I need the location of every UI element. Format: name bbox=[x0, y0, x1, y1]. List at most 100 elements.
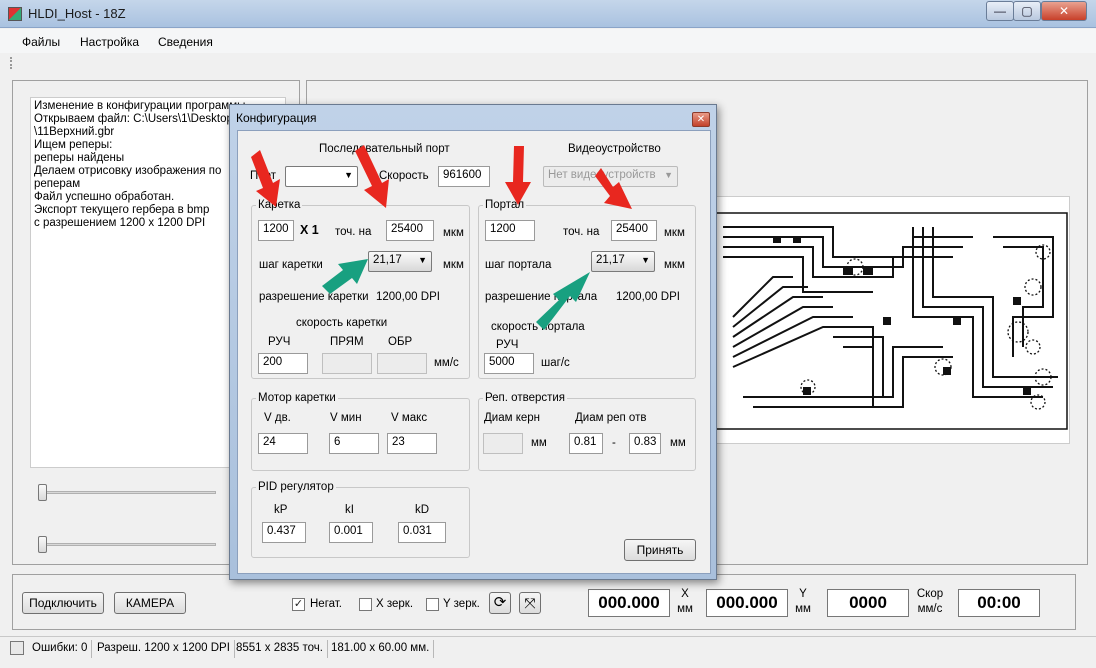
motor-vdv-label: V дв. bbox=[264, 412, 291, 424]
negative-checkbox[interactable]: ✓ bbox=[292, 598, 305, 611]
chevron-down-icon: ▼ bbox=[664, 170, 673, 180]
status-size: 181.00 x 60.00 мм. bbox=[327, 640, 435, 658]
pcb-traces-graphic bbox=[714, 212, 1068, 430]
carriage-resolution-label: разрешение каретки bbox=[259, 291, 369, 303]
video-device-header: Видеоустройство bbox=[568, 143, 661, 155]
pid-kd-input[interactable]: 0.031 bbox=[398, 522, 446, 543]
carriage-step-label: шаг каретки bbox=[259, 259, 323, 271]
carriage-distance-unit: мкм bbox=[443, 227, 464, 239]
status-bar: Ошибки: 0 Разреш. 1200 x 1200 DPI 8551 x… bbox=[0, 636, 1096, 660]
motor-vmin-label: V мин bbox=[330, 412, 362, 424]
holes-group-label: Реп. отверстия bbox=[483, 392, 568, 404]
window-title: HLDI_Host - 18Z bbox=[28, 6, 126, 21]
motor-vmin-input[interactable]: 6 bbox=[329, 433, 379, 454]
toolbar-grip[interactable] bbox=[10, 57, 13, 69]
x-mirror-label: X зерк. bbox=[376, 598, 414, 610]
carriage-manual-label: РУЧ bbox=[268, 336, 291, 348]
pid-kd-label: kD bbox=[415, 504, 430, 516]
carriage-manual-speed-input[interactable]: 200 bbox=[258, 353, 308, 374]
hole-diameter-from-input[interactable]: 0.81 bbox=[569, 433, 603, 454]
config-dialog: Конфигурация ✕ Последовательный порт Вид… bbox=[229, 104, 717, 580]
hole-diameter-unit: мм bbox=[670, 437, 686, 449]
slider-1-track[interactable] bbox=[38, 491, 216, 494]
x-label: X bbox=[681, 588, 689, 600]
y-mirror-checkbox[interactable] bbox=[426, 598, 439, 611]
core-diameter-input[interactable] bbox=[483, 433, 523, 454]
dialog-body: Последовательный порт Видеоустройство По… bbox=[237, 130, 711, 574]
carriage-speed-unit: мм/с bbox=[434, 357, 459, 369]
menu-info[interactable]: Сведения bbox=[158, 35, 213, 49]
menu-bar: Файлы Настройка Сведения bbox=[0, 29, 1096, 53]
pcb-preview-image bbox=[712, 196, 1070, 444]
portal-speed-header: скорость портала bbox=[491, 321, 585, 333]
baud-rate-input[interactable]: 961600 bbox=[438, 166, 490, 187]
x-mirror-checkbox[interactable] bbox=[359, 598, 372, 611]
slider-2-track[interactable] bbox=[38, 543, 216, 546]
status-resolution: Разреш. 1200 x 1200 DPI bbox=[93, 640, 235, 658]
close-button[interactable]: ✕ bbox=[1041, 1, 1087, 21]
fit-to-window-icon[interactable]: ⤧ bbox=[519, 592, 541, 614]
carriage-dots-input[interactable]: 1200 bbox=[258, 220, 294, 241]
carriage-back-label: ОБР bbox=[388, 336, 413, 348]
carriage-multiplier: X 1 bbox=[300, 223, 319, 237]
portal-step-select[interactable]: 21,17 ▼ bbox=[591, 251, 655, 272]
menu-settings[interactable]: Настройка bbox=[80, 35, 139, 49]
portal-dots-input[interactable]: 1200 bbox=[485, 220, 535, 241]
status-points: 8551 x 2835 точ. bbox=[232, 640, 328, 658]
portal-step-label: шаг портала bbox=[485, 259, 552, 271]
chevron-down-icon: ▼ bbox=[418, 255, 427, 265]
y-label: Y bbox=[799, 588, 807, 600]
minimize-button[interactable]: — bbox=[986, 1, 1014, 21]
carriage-speed-header: скорость каретки bbox=[296, 317, 388, 329]
dialog-close-button[interactable]: ✕ bbox=[692, 112, 710, 127]
pid-kp-label: kP bbox=[274, 504, 288, 516]
carriage-forward-label: ПРЯМ bbox=[330, 336, 364, 348]
chevron-down-icon: ▼ bbox=[641, 255, 650, 265]
motor-vmax-label: V макс bbox=[391, 412, 428, 424]
carriage-step-value: 21,17 bbox=[373, 254, 402, 266]
accept-button[interactable]: Принять bbox=[624, 539, 696, 561]
maximize-button[interactable]: ▢ bbox=[1013, 1, 1041, 21]
serial-port-header: Последовательный порт bbox=[319, 143, 450, 155]
video-device-value: Нет видеоустройств bbox=[548, 169, 656, 181]
time-display: 00:00 bbox=[958, 589, 1040, 617]
core-diameter-unit: мм bbox=[531, 437, 547, 449]
status-errors: Ошибки: 0 bbox=[28, 640, 93, 658]
slider-2-thumb[interactable] bbox=[38, 536, 47, 553]
portal-resolution-value: 1200,00 DPI bbox=[616, 291, 680, 303]
portal-distance-unit: мкм bbox=[664, 227, 685, 239]
pid-ki-input[interactable]: 0.001 bbox=[329, 522, 373, 543]
carriage-forward-speed-input[interactable] bbox=[322, 353, 372, 374]
carriage-step-unit: мкм bbox=[443, 259, 464, 271]
title-bar: HLDI_Host - 18Z — ▢ ✕ bbox=[0, 0, 1096, 28]
video-device-select[interactable]: Нет видеоустройств ▼ bbox=[543, 166, 678, 187]
refresh-icon[interactable]: ⟳ bbox=[489, 592, 511, 614]
pid-kp-input[interactable]: 0.437 bbox=[262, 522, 306, 543]
core-diameter-label: Диам керн bbox=[484, 412, 541, 424]
carriage-back-speed-input[interactable] bbox=[377, 353, 427, 374]
speed-label: Скорость bbox=[379, 170, 429, 182]
port-select[interactable]: ▼ bbox=[285, 166, 358, 187]
motor-vmax-input[interactable]: 23 bbox=[387, 433, 437, 454]
error-indicator bbox=[10, 641, 24, 655]
hole-diameter-dash: - bbox=[612, 437, 616, 449]
connect-button[interactable]: Подключить bbox=[22, 592, 104, 614]
portal-manual-speed-input[interactable]: 5000 bbox=[484, 353, 534, 374]
pid-ki-label: kI bbox=[345, 504, 354, 516]
motor-vdv-input[interactable]: 24 bbox=[258, 433, 308, 454]
negative-label: Негат. bbox=[310, 598, 342, 610]
camera-button[interactable]: КАМЕРА bbox=[114, 592, 186, 614]
port-label: Порт bbox=[250, 170, 277, 182]
carriage-step-select[interactable]: 21,17 ▼ bbox=[368, 251, 432, 272]
portal-step-value: 21,17 bbox=[596, 254, 625, 266]
slider-1-thumb[interactable] bbox=[38, 484, 47, 501]
menu-files[interactable]: Файлы bbox=[22, 35, 60, 49]
portal-resolution-label: разрешение портала bbox=[485, 291, 598, 303]
hole-diameter-label: Диам реп отв bbox=[575, 412, 647, 424]
portal-distance-input[interactable]: 25400 bbox=[611, 220, 657, 241]
x-unit: мм bbox=[677, 603, 693, 615]
carriage-distance-input[interactable]: 25400 bbox=[386, 220, 434, 241]
portal-speed-unit: шаг/с bbox=[541, 357, 570, 369]
carriage-resolution-value: 1200,00 DPI bbox=[376, 291, 440, 303]
hole-diameter-to-input[interactable]: 0.83 bbox=[629, 433, 661, 454]
